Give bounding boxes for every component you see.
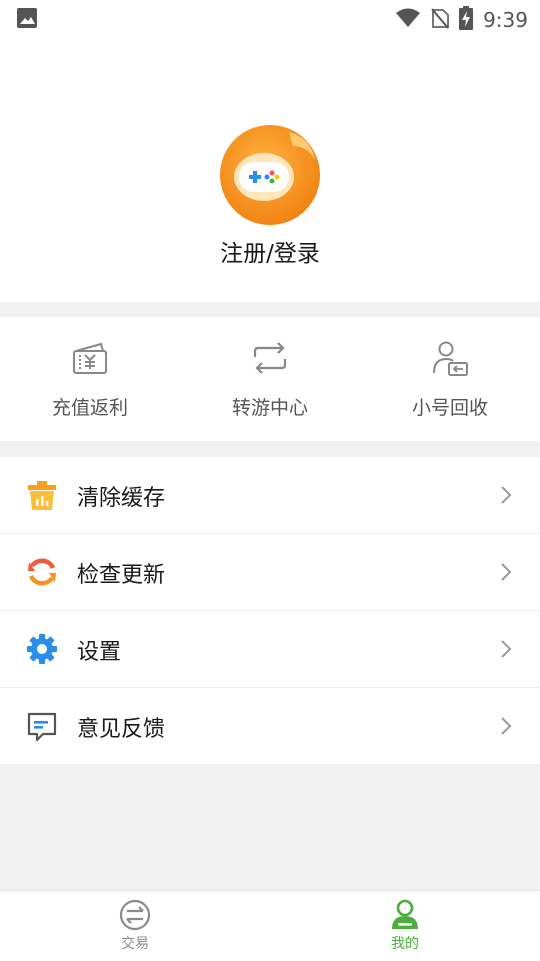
menu-item-settings[interactable]: 设置 xyxy=(0,611,540,688)
gallery-icon xyxy=(16,7,38,33)
feedback-icon xyxy=(27,712,57,742)
recharge-rebate-icon xyxy=(73,342,107,374)
no-sim-icon xyxy=(431,7,450,33)
quick-action-label: 充值返利 xyxy=(51,397,128,419)
tab-label: 我的 xyxy=(391,936,419,952)
status-time: 9:39 xyxy=(483,8,528,32)
clear-cache-icon xyxy=(28,481,56,510)
login-register-link[interactable]: 注册/登录 xyxy=(0,234,540,268)
tab-trade[interactable]: 交易 xyxy=(0,891,270,961)
chevron-right-icon xyxy=(501,717,512,735)
tab-mine[interactable]: 我的 xyxy=(270,891,540,961)
status-bar: 9:39 xyxy=(0,0,540,36)
check-update-icon xyxy=(28,558,56,586)
user-profile-icon xyxy=(392,899,418,929)
menu-item-feedback[interactable]: 意见反馈 xyxy=(0,688,540,764)
recharge-rebate-button[interactable]: 充值返利 xyxy=(0,317,180,441)
menu-item-check-update[interactable]: 检查更新 xyxy=(0,534,540,611)
transfer-game-icon xyxy=(253,342,287,374)
settings-gear-icon xyxy=(27,634,57,664)
gamepad-logo-icon[interactable] xyxy=(219,124,321,226)
quick-actions: 充值返利 转游中心 小号回收 xyxy=(0,317,540,441)
menu-item-clear-cache[interactable]: 清除缓存 xyxy=(0,457,540,534)
chevron-right-icon xyxy=(501,486,512,504)
transfer-game-button[interactable]: 转游中心 xyxy=(180,317,360,441)
exchange-icon xyxy=(119,899,151,931)
settings-menu: 清除缓存 检查更新 设置 意见反馈 xyxy=(0,457,540,764)
chevron-right-icon xyxy=(501,563,512,581)
quick-action-label: 小号回收 xyxy=(411,397,488,419)
tab-label: 交易 xyxy=(121,936,149,952)
menu-item-label: 设置 xyxy=(77,640,122,665)
profile-header: 注册/登录 xyxy=(0,36,540,302)
account-recycle-button[interactable]: 小号回收 xyxy=(360,317,540,441)
menu-item-label: 检查更新 xyxy=(77,563,166,588)
bottom-tab-bar: 交易 我的 xyxy=(0,890,540,961)
menu-item-label: 清除缓存 xyxy=(77,486,166,511)
menu-item-label: 意见反馈 xyxy=(77,717,166,742)
chevron-right-icon xyxy=(501,640,512,658)
quick-action-label: 转游中心 xyxy=(231,397,308,419)
battery-charging-icon xyxy=(459,6,474,34)
wifi-icon xyxy=(395,8,421,32)
account-recycle-icon xyxy=(433,341,468,376)
